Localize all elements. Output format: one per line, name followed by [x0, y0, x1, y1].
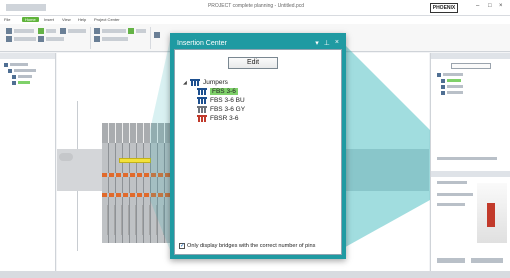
tree-node[interactable] [14, 69, 36, 72]
tree-node[interactable] [447, 91, 463, 94]
property-row [437, 193, 473, 196]
ribbon-tool-label[interactable] [14, 29, 34, 33]
ribbon-tool-label[interactable] [136, 29, 146, 33]
rail-slot [59, 153, 73, 161]
bridge-icon [197, 88, 207, 95]
ribbon-tabs: File Home Insert View Help Project Cente… [0, 16, 510, 24]
dialog-title: Insertion Center [177, 39, 227, 47]
folder-icon [4, 63, 8, 67]
bridge-item[interactable]: FBS 3-6 [183, 87, 333, 96]
pin-icon[interactable]: ⊥ [324, 39, 330, 47]
close-icon[interactable]: × [499, 3, 503, 9]
bridging-watermark: bridging [368, 241, 431, 258]
edit-button[interactable]: Edit [228, 57, 278, 69]
tree-node[interactable] [18, 75, 32, 78]
panel-checkbox[interactable] [437, 157, 497, 160]
panel-edit-button[interactable] [451, 63, 491, 69]
property-row [437, 203, 465, 206]
bridge-item-label: FBS 3-6 [210, 88, 238, 95]
bridge-item[interactable]: FBSR 3-6 [183, 114, 333, 123]
status-bar [0, 271, 510, 278]
ribbon-tool-icon[interactable] [128, 28, 134, 34]
item-icon [12, 81, 16, 85]
ribbon-tool-icon[interactable] [94, 36, 100, 42]
bridge-icon [441, 85, 445, 89]
project-tree-panel [0, 53, 56, 271]
bridge-icon [197, 97, 207, 104]
brand-logo: PHOENIX [430, 3, 458, 13]
folder-icon [8, 69, 12, 73]
window-title: PROJECT complete planning - Untitled.pcd [207, 3, 305, 9]
maximize-icon[interactable]: □ [488, 3, 492, 9]
ribbon-tool-label[interactable] [46, 37, 64, 41]
property-row [437, 181, 467, 184]
tree-node-selected[interactable] [18, 81, 30, 84]
bridge-icon [441, 79, 445, 83]
tab-file[interactable]: File [4, 17, 10, 22]
tree-node-selected[interactable] [447, 79, 461, 82]
ribbon-separator [150, 27, 151, 49]
dialog-body: Edit ◢ Jumpers FBS 3-6 FBS 3-6 BU FBS 3-6 … [174, 49, 342, 255]
panel-button[interactable] [437, 258, 465, 263]
tree-root-jumpers[interactable]: ◢ Jumpers [183, 78, 333, 87]
bridge-item[interactable]: FBS 3-6 GY [183, 105, 333, 114]
close-icon[interactable]: × [335, 39, 339, 47]
ribbon-tool-label[interactable] [102, 29, 126, 33]
tab-view[interactable]: View [62, 17, 71, 22]
ribbon-tool-label[interactable] [68, 29, 86, 33]
bridge-icon [197, 115, 207, 122]
collapse-icon[interactable]: ◢ [183, 80, 190, 86]
ribbon-separator [90, 27, 91, 49]
tree-node[interactable] [10, 63, 28, 66]
ribbon-tool-label[interactable] [102, 37, 128, 41]
tab-project-center[interactable]: Project Center [94, 17, 120, 22]
correct-pins-option[interactable]: Only display bridges with the correct nu… [179, 242, 316, 249]
ribbon-tool-icon[interactable] [6, 36, 12, 42]
title-bar: PROJECT complete planning - Untitled.pcd… [0, 0, 510, 16]
folder-icon [437, 73, 441, 77]
quick-access-toolbar[interactable] [6, 4, 46, 11]
ribbon-tool-icon[interactable] [94, 28, 100, 34]
ribbon-tool-icon[interactable] [154, 32, 160, 38]
bridge-icon [190, 79, 200, 86]
bridge-icon [197, 106, 207, 113]
product-image [477, 183, 507, 243]
panel-header [431, 53, 510, 59]
ribbon-tool-label[interactable] [46, 29, 56, 33]
inserted-bridge[interactable] [119, 158, 151, 163]
correct-pins-checkbox[interactable] [179, 242, 185, 249]
tab-insert[interactable]: Insert [44, 17, 54, 22]
ribbon-tool-icon[interactable] [60, 28, 66, 34]
ribbon-tool-icon[interactable] [6, 28, 12, 34]
bridge-item[interactable]: FBS 3-6 BU [183, 96, 333, 105]
ribbon-tool-label[interactable] [14, 37, 36, 41]
ribbon-tool-icon[interactable] [38, 36, 44, 42]
bridge-tree: ◢ Jumpers FBS 3-6 FBS 3-6 BU FBS 3-6 GY FBS… [183, 78, 333, 123]
bridge-item-label: FBSR 3-6 [210, 115, 239, 122]
bridge-item-label: FBS 3-6 GY [210, 106, 246, 113]
panel-header [431, 171, 510, 177]
dialog-title-bar[interactable]: Insertion Center ▾ ⊥ × [174, 37, 342, 49]
dropdown-icon[interactable]: ▾ [315, 39, 319, 47]
ribbon-tool-icon[interactable] [38, 28, 44, 34]
properties-panel [430, 53, 510, 271]
tree-root-label: Jumpers [203, 79, 228, 86]
insertion-center-dialog: Insertion Center ▾ ⊥ × Edit ◢ Jumpers FB… [170, 33, 346, 259]
panel-header [0, 53, 55, 59]
panel-button[interactable] [471, 258, 503, 263]
tab-help[interactable]: Help [78, 17, 86, 22]
tab-home[interactable]: Home [22, 17, 39, 22]
bridge-icon [441, 91, 445, 95]
checkbox-label: Only display bridges with the correct nu… [187, 243, 316, 249]
bridge-item-label: FBS 3-6 BU [210, 97, 245, 104]
minimize-icon[interactable]: – [476, 3, 479, 9]
item-icon [12, 75, 16, 79]
tree-node[interactable] [447, 85, 463, 88]
tree-node[interactable] [443, 73, 463, 76]
